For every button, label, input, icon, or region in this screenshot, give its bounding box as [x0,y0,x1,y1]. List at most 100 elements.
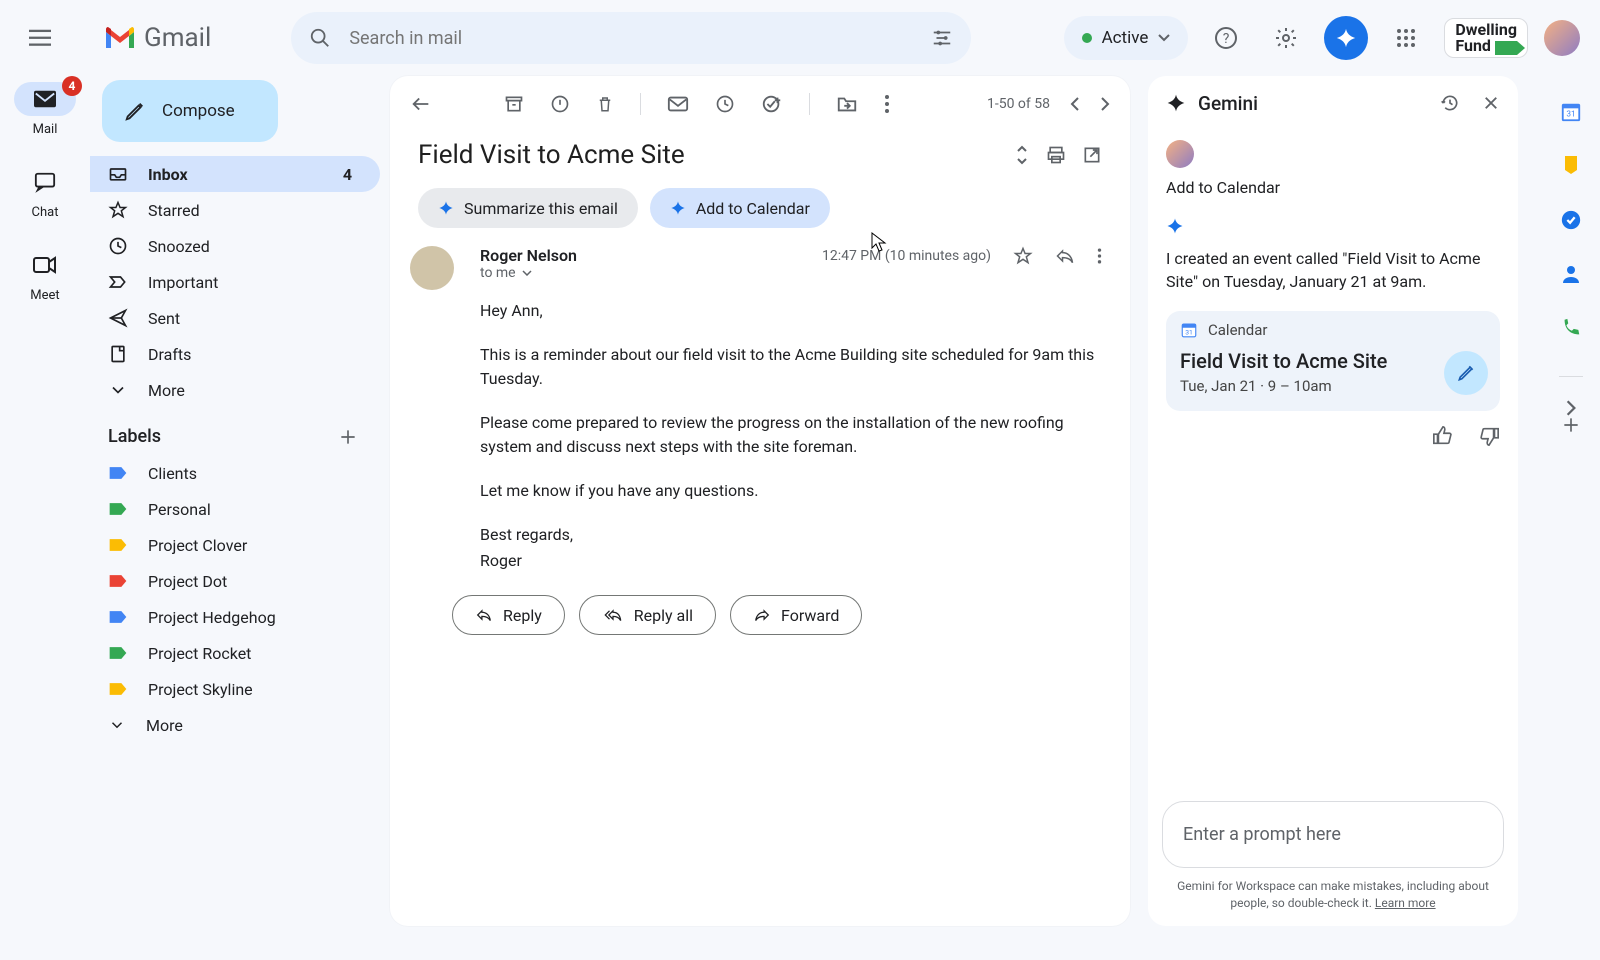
status-active-chip[interactable]: Active [1064,16,1189,60]
mail-icon [34,90,56,108]
open-new-window-button[interactable] [1082,145,1102,165]
keep-icon [1561,154,1581,178]
spark-icon [1335,27,1357,49]
add-label-button[interactable] [338,427,358,447]
collapse-rail-button[interactable] [1565,399,1577,417]
email-subject: Field Visit to Acme Site [418,140,998,170]
add-task-button[interactable] [761,93,783,115]
rail-meet[interactable]: Meet [14,248,76,303]
app-name: Gmail [144,23,211,53]
meet-icon [33,256,57,274]
settings-button[interactable] [1264,16,1308,60]
forward-button[interactable]: Forward [730,595,862,635]
reply-button[interactable]: Reply [452,595,565,635]
reply-all-button[interactable]: Reply all [579,595,716,635]
label-project-rocket[interactable]: Project Rocket [90,635,380,671]
print-button[interactable] [1046,145,1066,165]
prev-page-button[interactable] [1070,96,1080,112]
org-badge[interactable]: Dwelling Fund [1444,18,1528,58]
timestamp: 12:47 PM (10 minutes ago) [822,248,991,264]
folder-starred[interactable]: Starred [90,192,380,228]
label-project-dot[interactable]: Project Dot [90,563,380,599]
label-name: Project Skyline [148,680,253,699]
rail-mail-label: Mail [33,122,58,137]
close-gemini-button[interactable] [1482,94,1500,112]
label-clients[interactable]: Clients [90,455,380,491]
reply-icon [475,608,493,622]
body-p6: Roger [480,549,1102,573]
label-project-clover[interactable]: Project Clover [90,527,380,563]
contacts-app-button[interactable] [1559,262,1583,286]
plus-icon [1561,415,1581,435]
calendar-app-button[interactable]: 31 [1559,100,1583,124]
tasks-app-button[interactable] [1559,208,1583,232]
body-p1: Hey Ann, [480,299,1102,323]
archive-button[interactable] [504,94,524,114]
search-input[interactable] [349,28,913,49]
folder-more[interactable]: More [90,372,380,408]
folder-snoozed[interactable]: Snoozed [90,228,380,264]
folder-sent[interactable]: Sent [90,300,380,336]
gmail-icon [104,26,136,50]
account-avatar[interactable] [1544,20,1580,56]
expand-collapse-button[interactable] [1014,145,1030,165]
star-button[interactable] [1013,246,1033,266]
reply-icon-button[interactable] [1055,247,1075,265]
calendar-icon: 31 [1180,321,1198,339]
labels-more-label: More [146,716,183,735]
learn-more-link[interactable]: Learn more [1375,896,1436,910]
apps-button[interactable] [1384,16,1428,60]
thumbs-down-button[interactable] [1478,425,1500,447]
calendar-event-card[interactable]: 31 Calendar Field Visit to Acme Site Tue… [1166,311,1500,411]
summarize-chip[interactable]: Summarize this email [418,188,638,228]
folder-drafts[interactable]: Drafts [90,336,380,372]
label-tag-icon [108,501,128,517]
forward-icon [753,608,771,622]
main-menu-button[interactable] [16,14,64,62]
compose-button[interactable]: Compose [102,80,278,142]
spark-icon [670,200,686,216]
body-p4: Let me know if you have any questions. [480,479,1102,503]
calendar-label: Calendar [1208,321,1268,339]
label-tag-icon [108,681,128,697]
label-project-hedgehog[interactable]: Project Hedgehog [90,599,380,635]
body-p2: This is a reminder about our field visit… [480,343,1102,391]
label-project-skyline[interactable]: Project Skyline [90,671,380,707]
mark-unread-button[interactable] [667,95,689,113]
user-avatar [1166,140,1194,168]
svg-text:31: 31 [1566,110,1575,120]
reply-label: Reply [503,606,542,625]
voice-app-button[interactable] [1559,316,1583,340]
snooze-button[interactable] [715,94,735,114]
chevron-down-icon [1158,34,1170,42]
rail-chat[interactable]: Chat [14,165,76,220]
delete-button[interactable] [596,94,614,114]
gemini-disclaimer: Gemini for Workspace can make mistakes, … [1148,878,1518,926]
apps-grid-icon [1396,28,1416,48]
thumbs-up-button[interactable] [1432,425,1454,447]
search-bar[interactable] [291,12,971,64]
gemini-spark-button[interactable] [1324,16,1368,60]
folder-inbox[interactable]: Inbox4 [90,156,380,192]
gemini-prompt-input[interactable]: Enter a prompt here [1162,801,1504,868]
label-tag-icon [108,609,128,625]
rail-mail[interactable]: 4 Mail [14,82,76,137]
keep-app-button[interactable] [1559,154,1583,178]
back-button[interactable] [410,93,432,115]
add-to-calendar-chip[interactable]: Add to Calendar [650,188,830,228]
move-to-button[interactable] [836,94,858,114]
message-more-button[interactable] [1097,247,1102,265]
labels-more[interactable]: More [90,707,380,743]
labels-heading: Labels [108,426,161,447]
search-options-icon[interactable] [931,27,953,49]
help-button[interactable]: ? [1204,16,1248,60]
more-actions-button[interactable] [884,94,890,114]
folder-important[interactable]: Important [90,264,380,300]
history-button[interactable] [1440,93,1460,113]
search-icon [309,27,331,49]
recipient-line[interactable]: to me [480,265,1102,281]
label-personal[interactable]: Personal [90,491,380,527]
mail-badge: 4 [62,76,82,96]
next-page-button[interactable] [1100,96,1110,112]
spam-button[interactable] [550,94,570,114]
